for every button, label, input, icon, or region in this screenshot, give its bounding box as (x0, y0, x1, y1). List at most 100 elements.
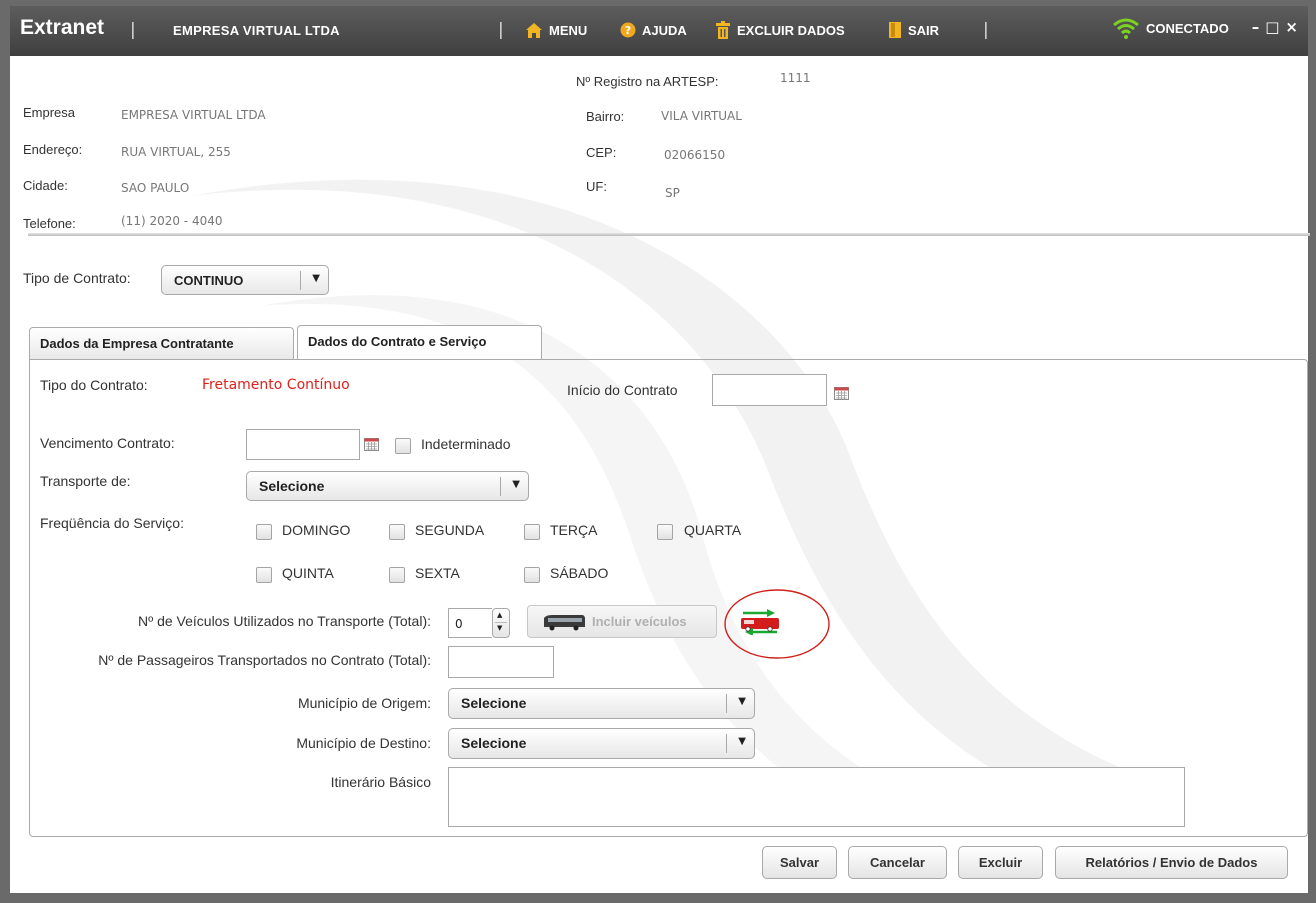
bairro-value: VILA VIRTUAL (661, 109, 742, 123)
day-label-quarta: QUARTA (684, 522, 742, 538)
cancel-button[interactable]: Cancelar (848, 846, 947, 879)
exit-label: SAIR (908, 22, 940, 38)
origem-label: Município de Origem: (297, 695, 431, 711)
stepper-arrows[interactable]: ▲ ▼ (492, 608, 510, 638)
calendar-icon[interactable] (834, 387, 849, 400)
cidade-value: SAO PAULO (121, 181, 190, 195)
veiculos-stepper[interactable]: 0 ▲ ▼ (448, 608, 516, 638)
stepper-down-icon[interactable]: ▼ (497, 624, 502, 632)
trash-icon (716, 21, 730, 39)
help-label: AJUDA (642, 22, 687, 38)
help-button[interactable]: ? AJUDA (620, 19, 687, 41)
day-checkbox-sexta[interactable] (389, 567, 405, 583)
calendar-icon[interactable] (364, 438, 379, 451)
chevron-down-icon: ▼ (312, 273, 320, 284)
telefone-value: (11) 2020 - 4040 (121, 214, 223, 228)
stepper-divider (495, 622, 507, 623)
title-separator: | (498, 20, 504, 40)
tab-empresa-contratante[interactable]: Dados da Empresa Contratante (29, 327, 294, 359)
exit-button[interactable]: SAIR (888, 19, 939, 41)
transporte-select[interactable]: Selecione ▼ (246, 471, 529, 501)
tab-contrato-servico[interactable]: Dados do Contrato e Serviço (297, 325, 542, 360)
home-icon (526, 22, 542, 38)
svg-text:?: ? (625, 24, 631, 37)
transporte-value: Selecione (259, 478, 325, 494)
cep-label: CEP: (586, 145, 617, 160)
delete-button[interactable]: Excluir (958, 846, 1043, 879)
chevron-down-icon: ▼ (738, 736, 746, 747)
connection-status: CONECTADO (1112, 17, 1229, 39)
select-divider (300, 271, 301, 290)
registro-label: Nº Registro na ARTESP: (576, 74, 719, 89)
vehicle-transfer-icon[interactable] (739, 609, 781, 635)
delete-data-label: EXCLUIR DADOS (737, 22, 845, 38)
company-title: EMPRESA VIRTUAL LTDA (173, 23, 340, 38)
incluir-veiculos-label: Incluir veículos (592, 614, 687, 629)
passageiros-label: Nº de Passageiros Transportados no Contr… (98, 652, 431, 668)
day-label-quinta: QUINTA (282, 565, 334, 581)
close-icon[interactable]: × (1285, 18, 1298, 36)
title-separator: | (130, 20, 136, 40)
cidade-label: Cidade: (23, 178, 68, 193)
day-label-terca: TERÇA (550, 522, 598, 538)
contract-type-value: CONTINUO (174, 273, 244, 288)
section-divider (28, 233, 1310, 236)
destino-value: Selecione (461, 735, 527, 751)
cep-value: 02066150 (664, 148, 726, 162)
maximize-icon[interactable]: □ (1265, 18, 1279, 36)
window-controls: – □ × (1252, 18, 1298, 36)
tipo-contrato-label: Tipo do Contrato: (40, 377, 148, 393)
origem-select[interactable]: Selecione ▼ (448, 688, 755, 719)
passageiros-input[interactable] (448, 646, 554, 678)
day-label-sabado: SÁBADO (550, 565, 609, 581)
title-separator: | (983, 20, 989, 40)
chevron-down-icon: ▼ (738, 696, 746, 707)
day-checkbox-quinta[interactable] (256, 567, 272, 583)
origem-value: Selecione (461, 695, 527, 711)
veiculos-label: Nº de Veículos Utilizados no Transporte … (137, 613, 431, 629)
day-label-segunda: SEGUNDA (415, 522, 485, 538)
inicio-contrato-input[interactable] (712, 374, 827, 406)
veiculos-value[interactable]: 0 (448, 608, 492, 638)
day-checkbox-segunda[interactable] (389, 524, 405, 540)
contract-type-label: Tipo de Contrato: (23, 270, 131, 286)
main-content: Empresa EMPRESA VIRTUAL LTDA Endereço: R… (10, 56, 1310, 893)
uf-label: UF: (586, 179, 607, 194)
tab-panel (29, 359, 1308, 837)
empresa-label: Empresa (23, 105, 76, 120)
help-icon: ? (620, 22, 636, 38)
title-bar: Extranet | EMPRESA VIRTUAL LTDA | MENU ?… (10, 6, 1308, 56)
destino-select[interactable]: Selecione ▼ (448, 728, 755, 759)
status-label: CONECTADO (1146, 20, 1229, 36)
exit-door-icon (889, 22, 901, 38)
wifi-signal-icon (1113, 18, 1139, 39)
empresa-value: EMPRESA VIRTUAL LTDA (121, 108, 266, 122)
registro-value: 1111 (780, 71, 811, 85)
day-label-domingo: DOMINGO (282, 522, 351, 538)
reports-button[interactable]: Relatórios / Envio de Dados (1055, 846, 1288, 879)
delete-data-button[interactable]: EXCLUIR DADOS (715, 19, 845, 41)
menu-button[interactable]: MENU (525, 19, 587, 41)
endereco-value: RUA VIRTUAL, 255 (121, 145, 231, 159)
chevron-down-icon: ▼ (512, 479, 520, 490)
day-checkbox-sabado[interactable] (524, 567, 540, 583)
day-label-sexta: SEXTA (415, 565, 460, 581)
day-checkbox-terca[interactable] (524, 524, 540, 540)
minimize-icon[interactable]: – (1252, 18, 1260, 36)
vencimento-input[interactable] (246, 429, 360, 460)
day-checkbox-quarta[interactable] (657, 524, 673, 540)
itinerario-textarea[interactable] (448, 767, 1185, 827)
itinerario-label: Itinerário Básico (330, 774, 431, 790)
inicio-contrato-label: Início do Contrato (567, 382, 678, 398)
endereco-label: Endereço: (23, 142, 83, 157)
vencimento-label: Vencimento Contrato: (40, 435, 175, 451)
select-divider (500, 477, 501, 496)
indeterminado-checkbox[interactable] (395, 438, 411, 454)
contract-type-select[interactable]: CONTINUO ▼ (161, 265, 329, 295)
save-button[interactable]: Salvar (762, 846, 837, 879)
day-checkbox-domingo[interactable] (256, 524, 272, 540)
frequencia-label: Freqüência do Serviço: (40, 515, 184, 531)
incluir-veiculos-button[interactable]: Incluir veículos (527, 605, 717, 638)
bus-icon (544, 615, 585, 631)
stepper-up-icon[interactable]: ▲ (497, 611, 502, 619)
